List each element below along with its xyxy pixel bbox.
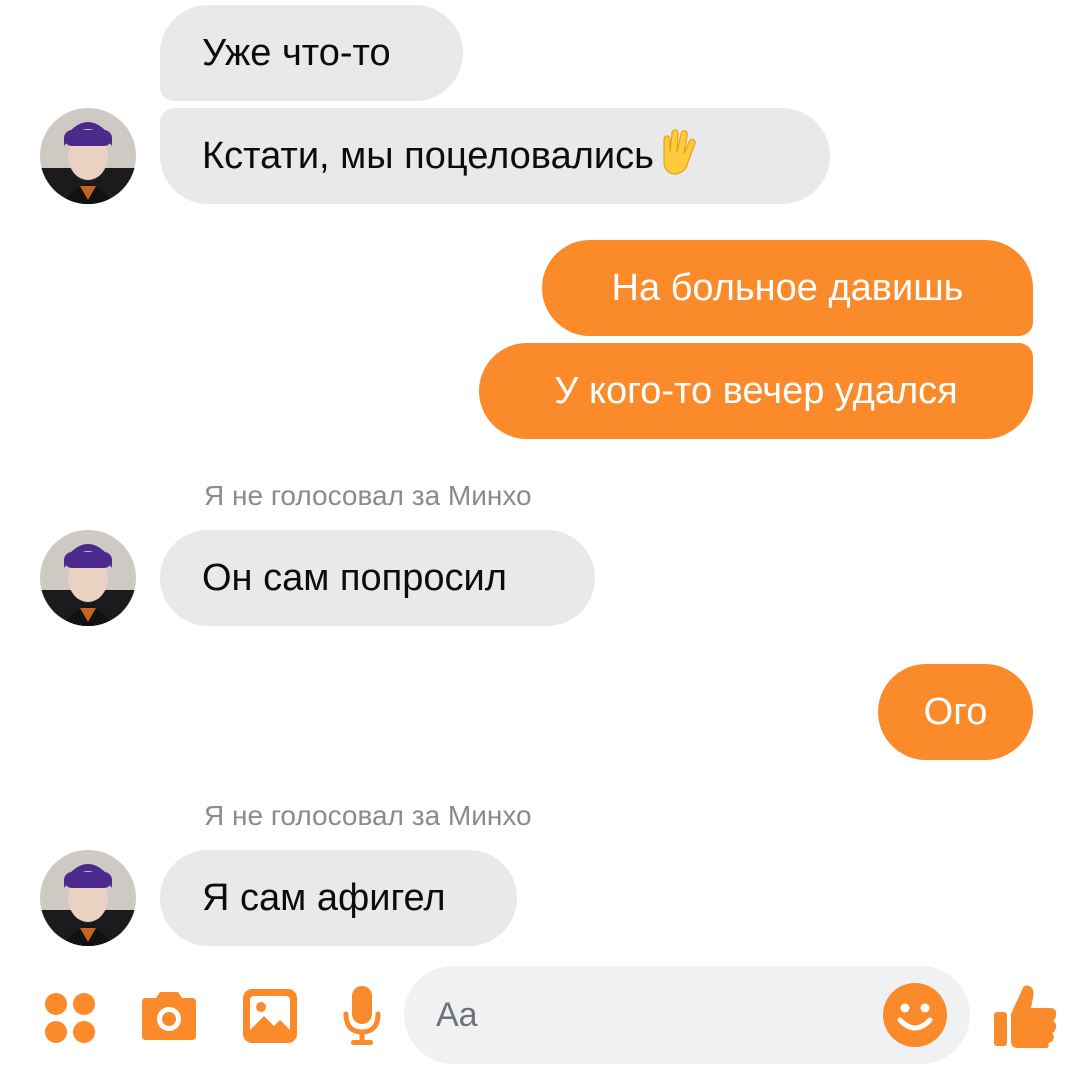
message-text: Ого	[923, 691, 988, 733]
avatar[interactable]	[40, 850, 136, 946]
message-bubble-incoming[interactable]: Он сам попросил	[160, 530, 595, 626]
vulcan-salute-emoji	[656, 128, 700, 185]
message-bubble-outgoing[interactable]: У кого-то вечер удался	[479, 343, 1033, 439]
message-text: Он сам попросил	[202, 557, 507, 599]
message-bubble-incoming[interactable]: Уже что-то	[160, 5, 463, 101]
reply-context: Я не голосовал за Минхо	[204, 480, 532, 511]
message-input-placeholder: Aa	[436, 996, 478, 1034]
microphone-icon[interactable]	[340, 984, 384, 1053]
reply-context: Я не голосовал за Минхо	[204, 800, 532, 831]
message-text: У кого-то вечер удался	[554, 370, 958, 412]
message-bubble-incoming[interactable]: Я сам афигел	[160, 850, 517, 946]
message-text: На больное давишь	[611, 267, 964, 309]
camera-icon[interactable]	[138, 988, 200, 1049]
message-text: Уже что-то	[202, 32, 391, 74]
gallery-icon[interactable]	[240, 986, 300, 1051]
message-text: Кстати, мы поцеловались	[202, 135, 654, 177]
message-bubble-outgoing[interactable]: На больное давишь	[542, 240, 1033, 336]
thumbs-up-icon[interactable]	[990, 980, 1060, 1055]
message-bubble-incoming[interactable]: Кстати, мы поцеловались	[160, 108, 830, 204]
avatar[interactable]	[40, 108, 136, 204]
emoji-icon[interactable]	[882, 982, 948, 1053]
message-bubble-outgoing[interactable]: Ого	[878, 664, 1033, 760]
avatar[interactable]	[40, 530, 136, 626]
apps-icon[interactable]	[42, 990, 98, 1051]
message-text: Я сам афигел	[202, 877, 446, 919]
